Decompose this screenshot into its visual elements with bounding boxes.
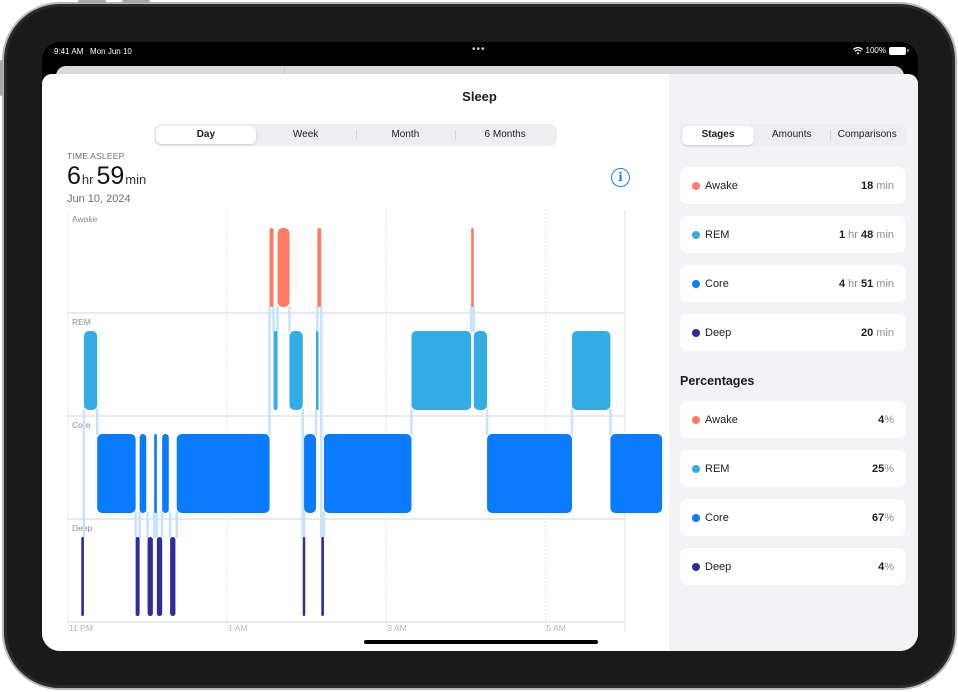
- multitasking-dots-icon[interactable]: •••: [472, 44, 486, 55]
- status-bar: 9:41 AM Mon Jun 10 ••• 100%: [42, 42, 918, 62]
- x-tick-label: 5 AM: [546, 623, 565, 633]
- tab-amounts[interactable]: Amounts: [754, 126, 830, 145]
- deep-dot-icon: [692, 328, 700, 337]
- status-indicators: 100%: [852, 46, 909, 55]
- sleep-segment-rem: [315, 331, 319, 410]
- percentages-heading: Percentages: [680, 374, 755, 388]
- x-tick-label: 11 PM: [69, 623, 93, 633]
- percentage-row-rem[interactable]: REM 25%: [680, 450, 906, 487]
- volume-button: [122, 0, 150, 3]
- x-tick-label: 1 AM: [228, 623, 247, 633]
- stage-percentage: 67%: [871, 511, 894, 524]
- sleep-segment-core: [154, 434, 157, 513]
- sleep-segment-core: [162, 434, 169, 513]
- stage-duration: 20 min: [860, 326, 894, 339]
- sleep-segment-awake: [269, 228, 274, 307]
- deep-dot-icon: [692, 562, 700, 571]
- stage-axis-label: Core: [72, 420, 91, 430]
- sleep-segment-deep: [135, 537, 140, 616]
- sleep-segment-awake: [471, 228, 474, 307]
- sleep-segment-rem: [83, 331, 98, 410]
- rem-dot-icon: [692, 464, 700, 473]
- stage-axis-label: Deep: [72, 523, 93, 533]
- side-segmented-control: Stages Amounts Comparisons: [680, 124, 907, 147]
- stage-row-rem[interactable]: REM 1 hr 48 min: [680, 216, 906, 253]
- stage-duration: 18 min: [860, 179, 894, 192]
- sleep-segment-rem: [289, 331, 303, 410]
- sleep-sheet: Day Week Month 6 Months TIME ASLEEP 6 hr…: [42, 74, 918, 651]
- sleep-segment-deep: [147, 537, 153, 616]
- stage-axis-label: REM: [72, 317, 91, 327]
- tab-comparisons[interactable]: Comparisons: [829, 126, 906, 145]
- sleep-segment-core: [176, 434, 270, 513]
- percentage-row-core[interactable]: Core 67%: [680, 499, 906, 536]
- awake-dot-icon: [692, 181, 700, 190]
- sleep-stages-chart: Awake REM Core Deep 11 PM 1 AM 3 AM 5 AM: [67, 210, 663, 633]
- stage-axis-label: Awake: [72, 214, 98, 224]
- percentage-label: Awake: [705, 413, 738, 426]
- sleep-segment-core: [610, 434, 663, 513]
- sleep-segment-deep: [81, 537, 84, 616]
- stage-label: Awake: [705, 179, 738, 192]
- sleep-segment-deep: [321, 537, 324, 616]
- sleep-segment-rem: [273, 331, 278, 410]
- sleep-segment-core: [139, 434, 147, 513]
- percentage-label: Deep: [705, 560, 732, 573]
- stage-row-deep[interactable]: Deep 20 min: [680, 314, 906, 351]
- sleep-segment-core: [97, 434, 136, 513]
- stage-label: REM: [705, 228, 730, 241]
- sleep-segment-deep: [170, 537, 176, 616]
- core-dot-icon: [692, 513, 700, 522]
- stage-duration: 4 hr 51 min: [838, 277, 894, 290]
- sleep-segment-rem: [571, 331, 611, 410]
- core-dot-icon: [692, 279, 700, 288]
- percentage-label: REM: [705, 462, 730, 475]
- sleep-main-panel: Day Week Month 6 Months TIME ASLEEP 6 hr…: [42, 74, 669, 651]
- sleep-segment-deep: [156, 537, 163, 616]
- stage-label: Core: [705, 277, 729, 290]
- stage-duration: 1 hr 48 min: [838, 228, 894, 241]
- stage-label: Deep: [705, 326, 732, 339]
- battery-icon: [889, 46, 909, 55]
- sleep-segment-deep: [302, 537, 306, 616]
- screen: 9:41 AM Mon Jun 10 ••• 100% Day Week Mon…: [42, 42, 918, 651]
- sleep-segment-rem: [473, 331, 488, 410]
- volume-button: [78, 0, 106, 3]
- sleep-segment-rem: [411, 331, 472, 410]
- sleep-segment-core: [304, 434, 316, 513]
- battery-percent: 100%: [865, 46, 886, 55]
- sleep-segment-awake: [317, 228, 322, 307]
- sleep-segment-core: [487, 434, 572, 513]
- rem-dot-icon: [692, 230, 700, 239]
- x-tick-label: 3 AM: [387, 623, 406, 633]
- sleep-side-panel: Stages Amounts Comparisons Percentages A…: [669, 74, 918, 651]
- wifi-icon: [852, 46, 863, 54]
- awake-dot-icon: [692, 415, 700, 424]
- percentage-row-awake[interactable]: Awake 4%: [680, 401, 906, 438]
- tab-stages[interactable]: Stages: [682, 126, 754, 145]
- home-indicator[interactable]: [364, 640, 598, 644]
- sleep-segment-awake: [277, 228, 290, 307]
- stage-percentage: 4%: [878, 413, 894, 426]
- stage-percentage: 4%: [878, 560, 894, 573]
- top-button: [0, 60, 3, 96]
- percentage-label: Core: [705, 511, 729, 524]
- stage-percentage: 25%: [871, 462, 894, 475]
- percentage-row-deep[interactable]: Deep 4%: [680, 548, 906, 585]
- sleep-segment-core: [323, 434, 412, 513]
- stage-row-core[interactable]: Core 4 hr 51 min: [680, 265, 906, 302]
- status-time: 9:41 AM Mon Jun 10: [54, 47, 132, 56]
- stage-row-awake[interactable]: Awake 18 min: [680, 167, 906, 204]
